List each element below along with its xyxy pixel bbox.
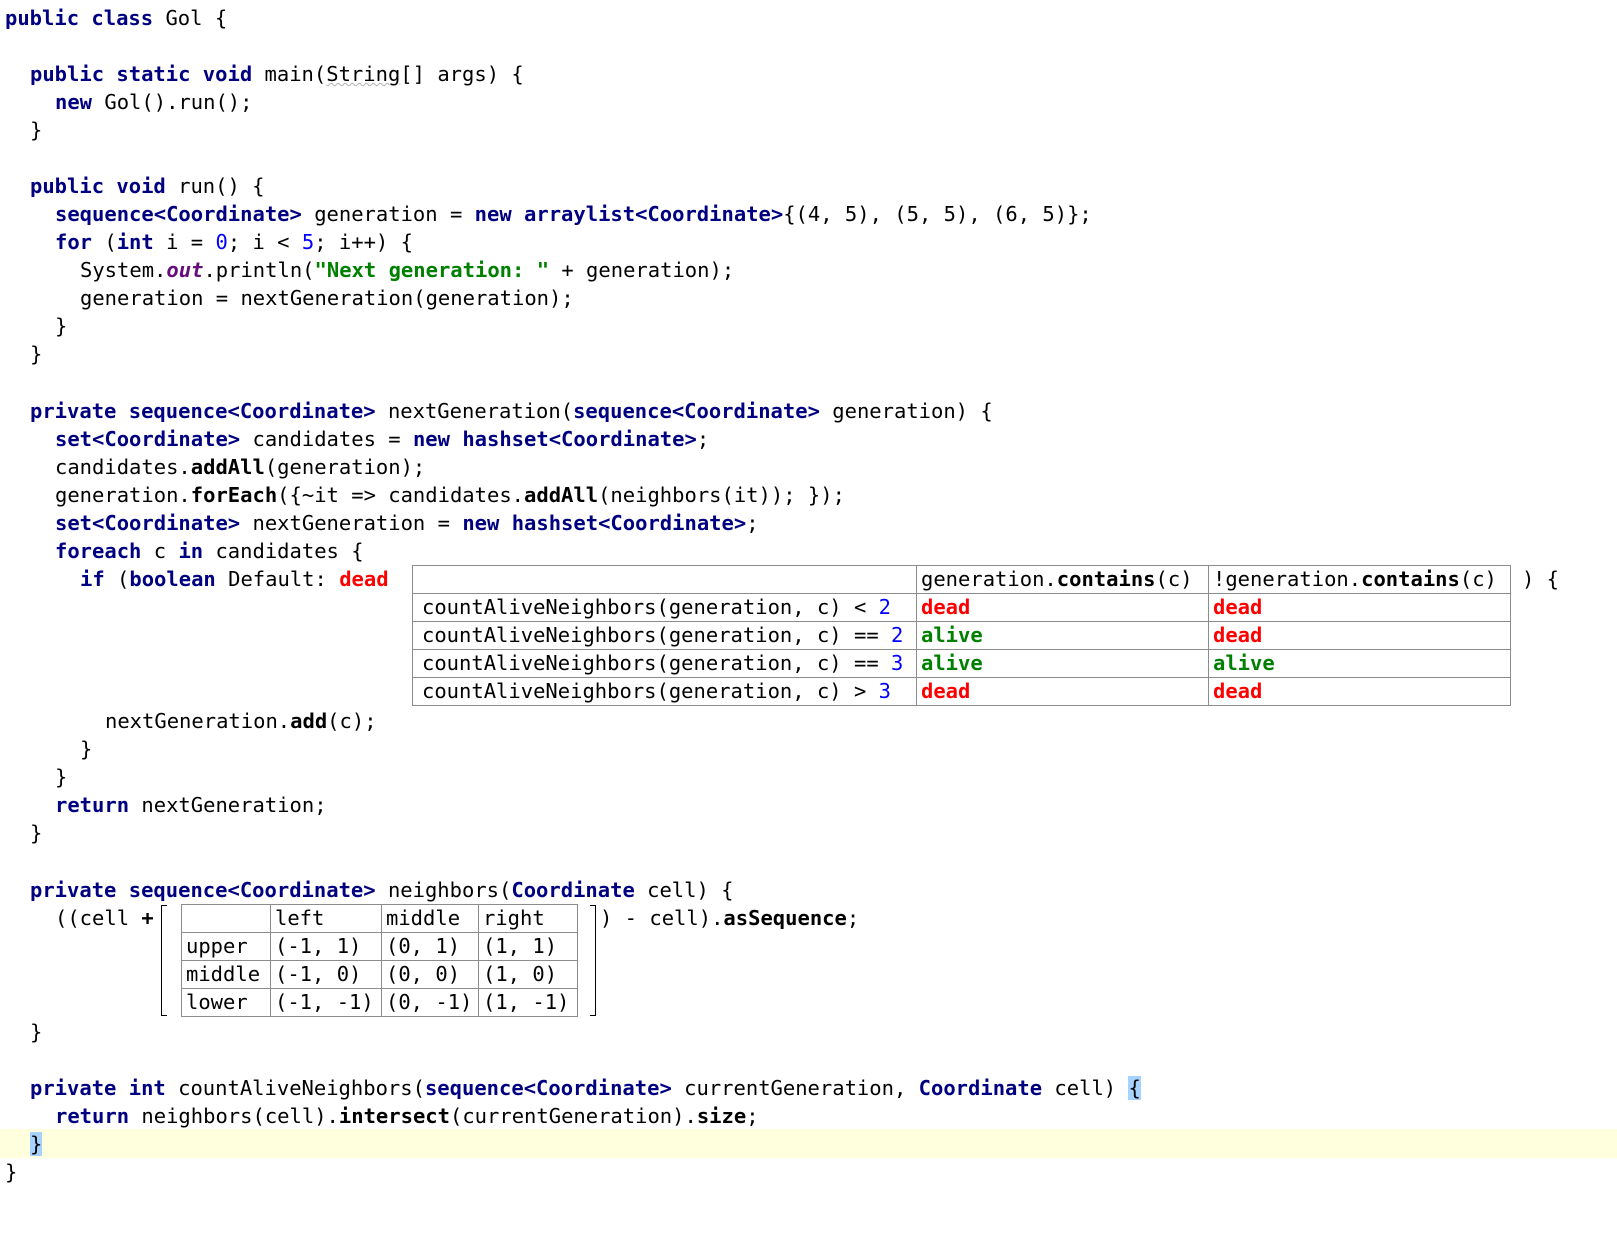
code-line[interactable]: sequence<Coordinate> generation = new ar… <box>55 200 1092 228</box>
table-row: upper (-1, 1) (0, 1) (1, 1) <box>181 932 578 961</box>
table-row: countAliveNeighbors(generation, c) == 2 … <box>412 621 1511 650</box>
table-header-row: left middle right <box>181 904 578 933</box>
table-row: lower (-1, -1) (0, -1) (1, -1) <box>181 988 578 1017</box>
decision-cell[interactable]: alive <box>916 649 1209 678</box>
code-line-if-close[interactable]: ) { <box>1522 565 1559 593</box>
neighbor-table-col-header[interactable]: middle <box>381 904 479 933</box>
code-line-neighbors-sig[interactable]: private sequence<Coordinate> neighbors(C… <box>30 876 734 904</box>
neighbor-cell[interactable]: (0, 1) <box>381 932 479 961</box>
matrix-left-bracket <box>161 905 167 1016</box>
neighbor-cell[interactable]: (1, 1) <box>478 932 578 961</box>
table-row: countAliveNeighbors(generation, c) == 3 … <box>412 649 1511 678</box>
code-line-neighbors-expr-tail[interactable]: ) - cell).asSequence; <box>600 904 859 932</box>
decision-cell[interactable]: dead <box>916 593 1209 622</box>
decision-cell[interactable]: dead <box>916 677 1209 706</box>
code-line[interactable]: return neighbors(cell).intersect(current… <box>55 1102 759 1130</box>
code-line[interactable]: generation = nextGeneration(generation); <box>80 284 574 312</box>
neighbor-table-row-header[interactable]: middle <box>181 960 271 989</box>
neighbor-offset-table[interactable]: left middle right upper (-1, 1) (0, 1) (… <box>181 904 578 1017</box>
brace-match-highlight: } <box>30 1132 43 1156</box>
code-line-if[interactable]: if (boolean Default: dead <box>80 565 389 593</box>
decision-table-header-row: generation.contains(c) !generation.conta… <box>412 565 1511 594</box>
code-line[interactable]: } <box>5 1158 17 1186</box>
code-line[interactable]: } <box>30 819 42 847</box>
neighbor-table-col-header[interactable]: left <box>270 904 382 933</box>
neighbor-cell[interactable]: (0, 0) <box>381 960 479 989</box>
neighbor-table-col-header[interactable]: right <box>478 904 578 933</box>
code-line[interactable]: } <box>30 340 42 368</box>
default-value: dead <box>339 567 389 591</box>
warning-squiggle: String <box>326 62 401 86</box>
neighbor-cell[interactable]: (-1, -1) <box>270 988 382 1017</box>
code-line-run-sig[interactable]: public void run() { <box>30 172 265 200</box>
decision-table-row-header[interactable]: countAliveNeighbors(generation, c) == 2 <box>412 621 917 650</box>
code-line[interactable]: return nextGeneration; <box>55 791 327 819</box>
code-line-current[interactable]: } <box>30 1130 43 1158</box>
code-line[interactable]: System.out.println("Next generation: " +… <box>80 256 734 284</box>
decision-cell[interactable]: dead <box>1208 677 1511 706</box>
table-row: countAliveNeighbors(generation, c) < 2 d… <box>412 593 1511 622</box>
decision-table-col-header[interactable]: !generation.contains(c) <box>1208 565 1511 594</box>
neighbor-cell[interactable]: (1, 0) <box>478 960 578 989</box>
code-line[interactable]: } <box>55 312 67 340</box>
code-line-main-body[interactable]: new Gol().run(); <box>55 88 252 116</box>
decision-table-corner[interactable] <box>412 565 917 594</box>
code-line[interactable]: } <box>55 763 67 791</box>
neighbor-cell[interactable]: (1, -1) <box>478 988 578 1017</box>
neighbor-table-corner[interactable] <box>181 904 271 933</box>
matrix-right-bracket <box>590 905 596 1016</box>
current-line-highlight <box>0 1129 1617 1158</box>
code-line-class-decl[interactable]: public class Gol { <box>5 4 227 32</box>
decision-cell[interactable]: dead <box>1208 621 1511 650</box>
code-line[interactable]: } <box>80 735 92 763</box>
decision-table-row-header[interactable]: countAliveNeighbors(generation, c) < 2 <box>412 593 917 622</box>
decision-cell[interactable]: alive <box>1208 649 1511 678</box>
decision-table-row-header[interactable]: countAliveNeighbors(generation, c) > 3 <box>412 677 917 706</box>
neighbor-table-row-header[interactable]: lower <box>181 988 271 1017</box>
code-line[interactable]: set<Coordinate> nextGeneration = new has… <box>55 509 759 537</box>
code-line[interactable]: candidates.addAll(generation); <box>55 453 425 481</box>
code-line-nextgen-sig[interactable]: private sequence<Coordinate> nextGenerat… <box>30 397 993 425</box>
neighbor-cell[interactable]: (-1, 1) <box>270 932 382 961</box>
neighbor-cell[interactable]: (-1, 0) <box>270 960 382 989</box>
code-line[interactable]: foreach c in candidates { <box>55 537 364 565</box>
code-line[interactable]: nextGeneration.add(c); <box>105 707 377 735</box>
code-line-neighbors-expr[interactable]: ((cell + <box>55 904 154 932</box>
table-row: middle (-1, 0) (0, 0) (1, 0) <box>181 960 578 989</box>
decision-table-row-header[interactable]: countAliveNeighbors(generation, c) == 3 <box>412 649 917 678</box>
decision-table[interactable]: generation.contains(c) !generation.conta… <box>412 565 1511 706</box>
decision-cell[interactable]: dead <box>1208 593 1511 622</box>
decision-table-col-header[interactable]: generation.contains(c) <box>916 565 1209 594</box>
code-line[interactable]: for (int i = 0; i < 5; i++) { <box>55 228 413 256</box>
code-line-count-sig[interactable]: private int countAliveNeighbors(sequence… <box>30 1074 1141 1102</box>
code-line-main-sig[interactable]: public static void main(String[] args) { <box>30 60 524 88</box>
neighbor-cell[interactable]: (0, -1) <box>381 988 479 1017</box>
code-line[interactable]: generation.forEach({~it => candidates.ad… <box>55 481 845 509</box>
brace-match-highlight: { <box>1128 1076 1141 1100</box>
neighbor-table-row-header[interactable]: upper <box>181 932 271 961</box>
code-line[interactable]: set<Coordinate> candidates = new hashset… <box>55 425 709 453</box>
decision-cell[interactable]: alive <box>916 621 1209 650</box>
table-row: countAliveNeighbors(generation, c) > 3 d… <box>412 677 1511 706</box>
code-line[interactable]: } <box>30 1018 42 1046</box>
code-line[interactable]: } <box>30 116 42 144</box>
